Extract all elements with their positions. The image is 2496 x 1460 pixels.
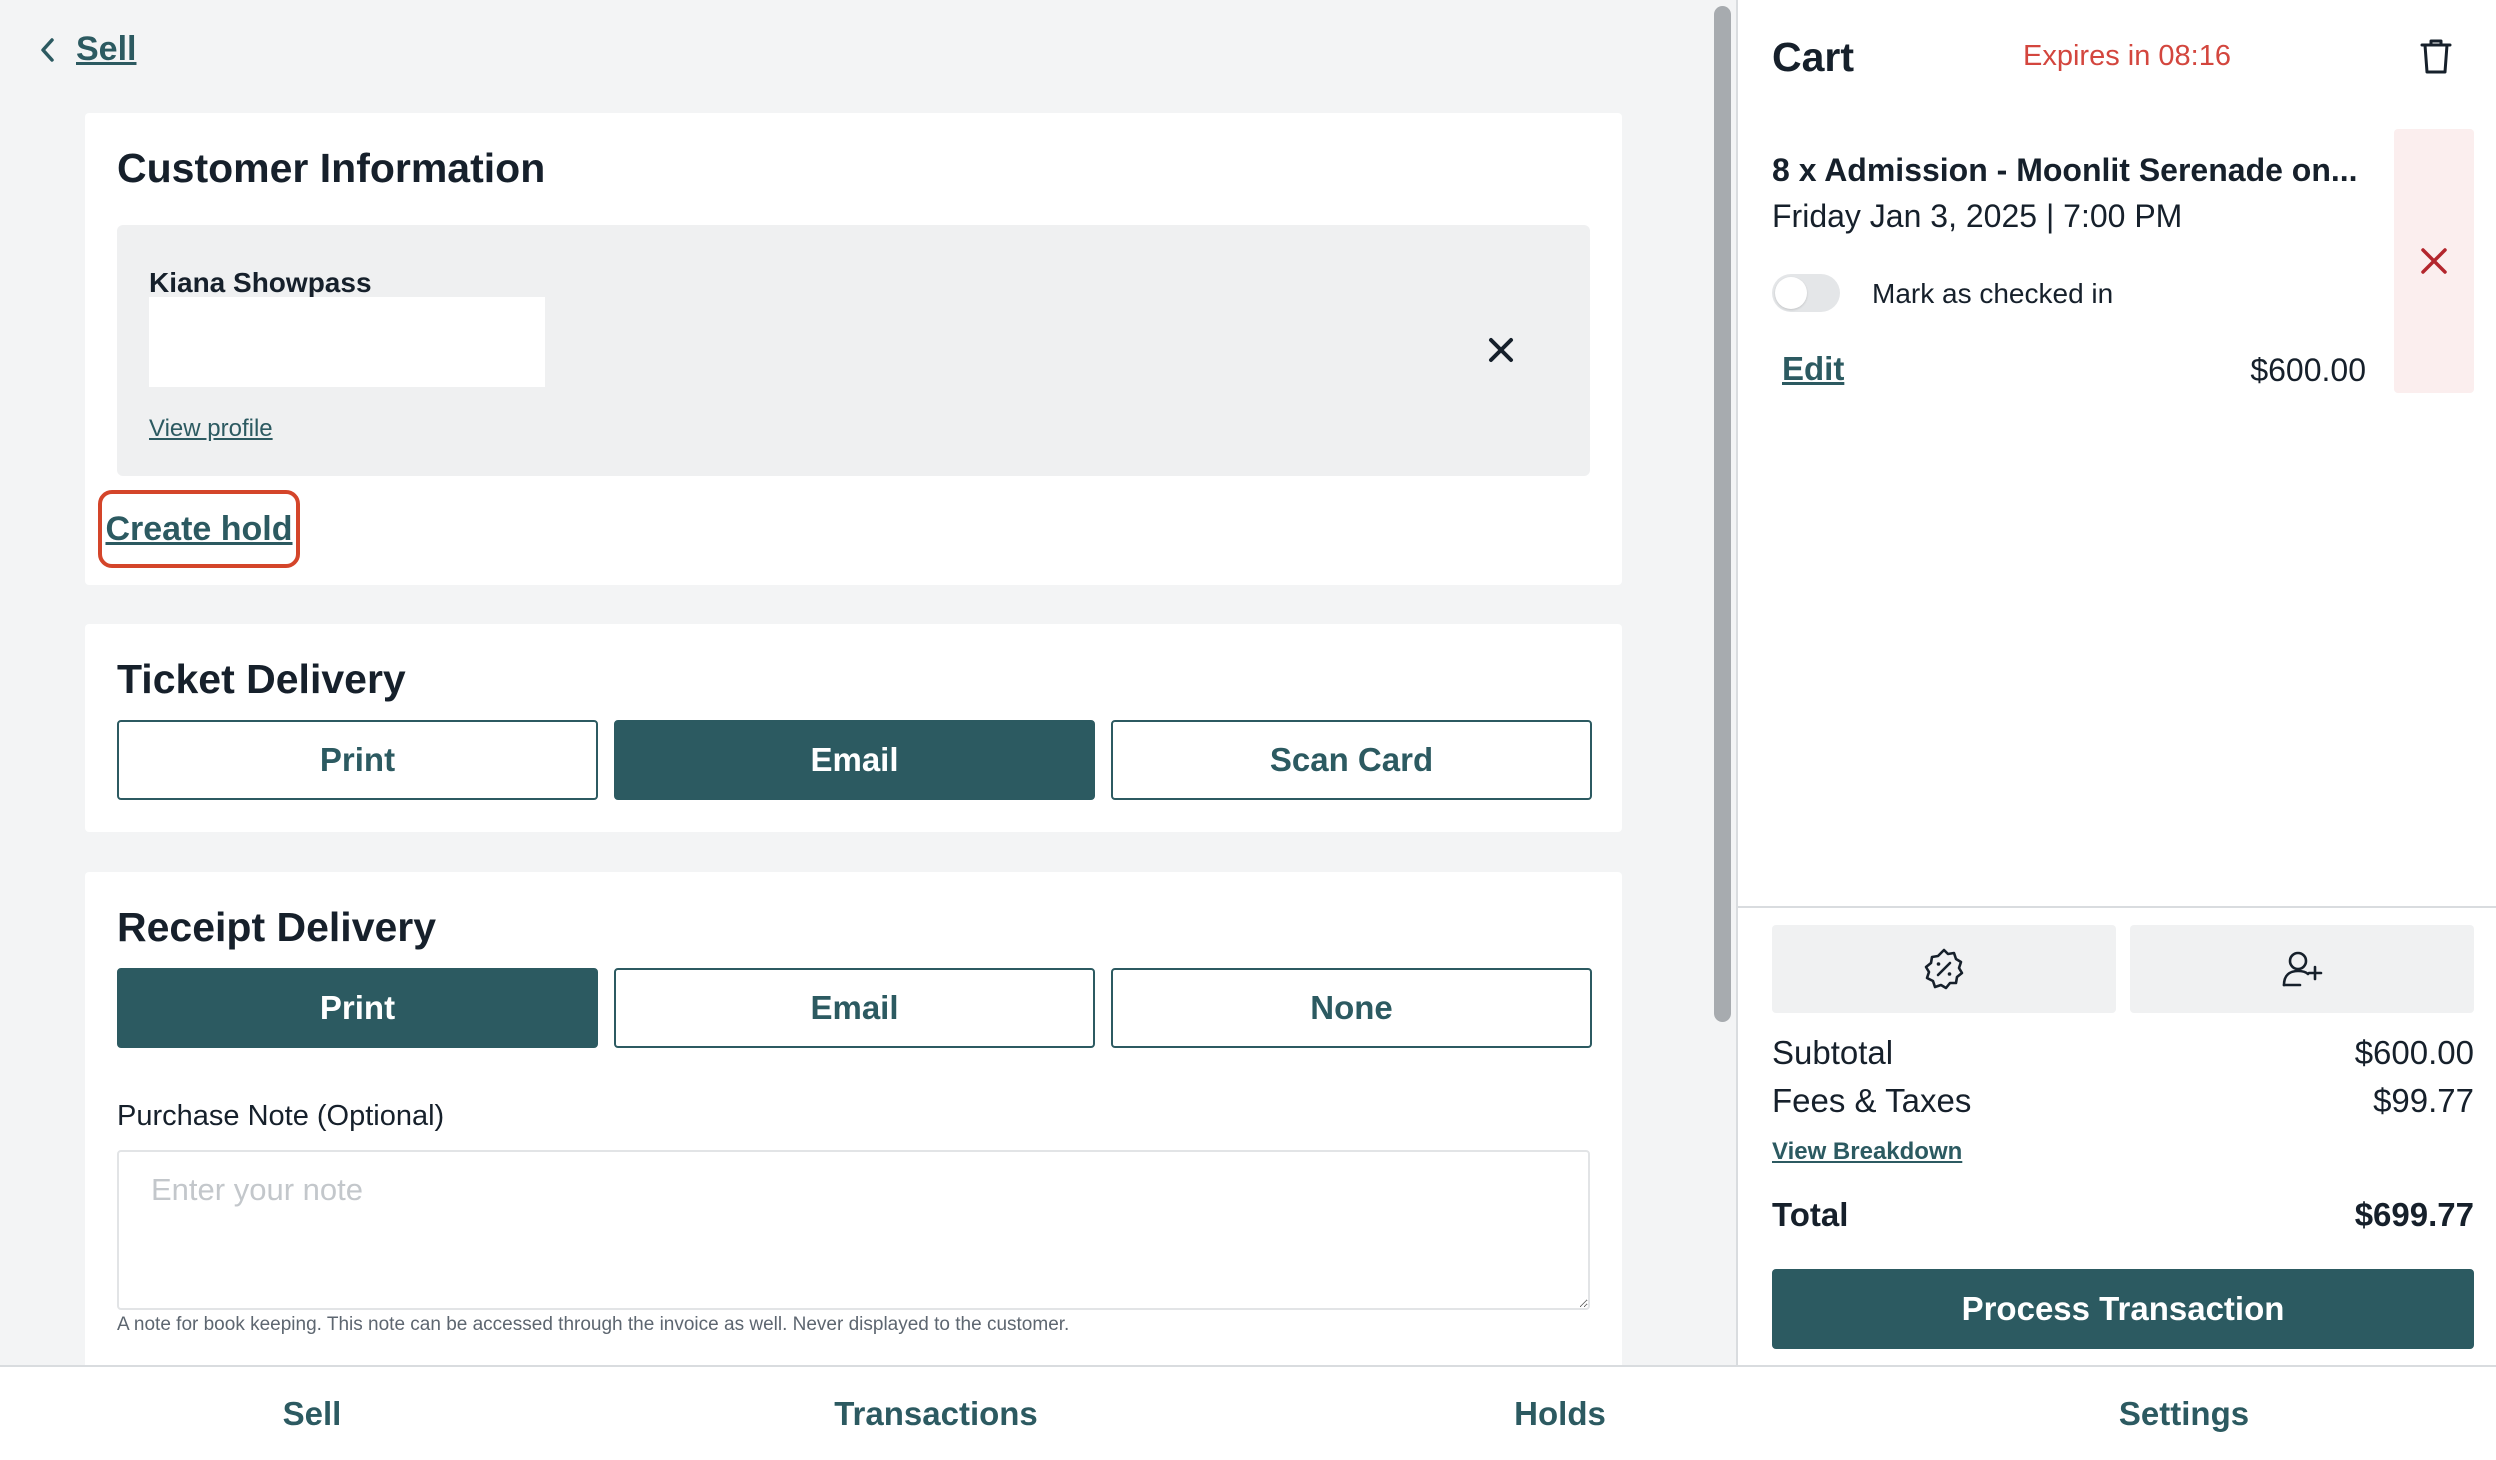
customer-name: Kiana Showpass — [149, 267, 372, 298]
remove-item-button[interactable] — [2394, 129, 2474, 393]
nav-item-transactions[interactable]: Transactions — [624, 1367, 1248, 1460]
close-icon — [2421, 248, 2447, 274]
main-scrollbar-thumb[interactable] — [1714, 6, 1731, 1022]
nav-item-sell[interactable]: Sell — [0, 1367, 624, 1460]
cart-panel: Cart Expires in 08:16 8 x Admission - Mo… — [1736, 0, 2496, 1365]
total-label: Total — [1772, 1196, 1849, 1233]
ticket-delivery-scan-card-button[interactable]: Scan Card — [1111, 720, 1592, 800]
cart-divider — [1738, 906, 2496, 908]
total-value: $699.77 — [2354, 1196, 2474, 1233]
create-hold-link[interactable]: Create hold — [98, 490, 300, 568]
process-transaction-button[interactable]: Process Transaction — [1772, 1269, 2474, 1349]
customer-detail-field — [149, 297, 545, 387]
view-breakdown-link[interactable]: View Breakdown — [1772, 1138, 1962, 1166]
customer-information-title: Customer Information — [117, 145, 546, 191]
checked-in-label: Mark as checked in — [1872, 278, 2114, 309]
close-icon[interactable] — [1481, 330, 1521, 370]
receipt-delivery-card: Receipt Delivery Print Email None Purcha… — [85, 872, 1622, 1365]
receipt-delivery-none-button[interactable]: None — [1111, 968, 1592, 1048]
cart-title: Cart — [1772, 34, 1855, 80]
purchase-note-help-text: A note for book keeping. This note can b… — [117, 1314, 1070, 1335]
ticket-delivery-card: Ticket Delivery Print Email Scan Card — [85, 624, 1622, 832]
fees-label: Fees & Taxes — [1772, 1082, 1972, 1119]
chevron-left-icon — [41, 37, 54, 62]
user-plus-icon — [2282, 951, 2323, 987]
customer-information-card: Customer Information Kiana Showpass View… — [85, 113, 1622, 585]
cart-item-title: 8 x Admission - Moonlit Serenade on... — [1772, 152, 2358, 188]
receipt-delivery-print-button[interactable]: Print — [117, 968, 598, 1048]
subtotal-label: Subtotal — [1772, 1034, 1894, 1071]
view-profile-link[interactable]: View profile — [149, 415, 273, 443]
ticket-delivery-title: Ticket Delivery — [117, 656, 406, 702]
purchase-note-input[interactable] — [117, 1150, 1590, 1310]
checkout-main-pane: Sell Customer Information Kiana Showpass… — [0, 0, 1710, 1365]
apply-discount-button[interactable] — [1772, 925, 2116, 1013]
subtotal-row: Subtotal $600.00 — [1772, 1034, 2474, 1072]
back-to-sell-link[interactable]: Sell — [38, 30, 136, 69]
fees-row: Fees & Taxes $99.77 — [1772, 1082, 2474, 1120]
fees-value: $99.77 — [2373, 1082, 2474, 1119]
ticket-delivery-options: Print Email Scan Card — [117, 720, 1592, 800]
receipt-delivery-title: Receipt Delivery — [117, 904, 437, 950]
subtotal-value: $600.00 — [2354, 1034, 2474, 1071]
discount-badge-icon — [1924, 948, 1964, 990]
cart-item-date: Friday Jan 3, 2025 | 7:00 PM — [1772, 198, 2183, 234]
add-customer-button[interactable] — [2130, 925, 2474, 1013]
back-label: Sell — [76, 30, 137, 68]
bottom-navigation: Sell Transactions Holds Settings — [0, 1365, 2496, 1460]
ticket-delivery-print-button[interactable]: Print — [117, 720, 598, 800]
receipt-delivery-options: Print Email None — [117, 968, 1592, 1048]
trash-icon[interactable] — [2414, 34, 2458, 78]
checked-in-toggle[interactable] — [1772, 274, 1840, 312]
selected-customer-box: Kiana Showpass View profile — [117, 225, 1590, 476]
nav-item-settings[interactable]: Settings — [1872, 1367, 2496, 1460]
cart-expiry-timer: Expires in 08:16 — [2023, 40, 2231, 72]
edit-item-link[interactable]: Edit — [1782, 350, 1844, 388]
cart-item-price: $600.00 — [2250, 352, 2366, 388]
ticket-delivery-email-button[interactable]: Email — [614, 720, 1095, 800]
create-hold-label: Create hold — [105, 509, 293, 548]
nav-item-holds[interactable]: Holds — [1248, 1367, 1872, 1460]
total-row: Total $699.77 — [1772, 1196, 2474, 1234]
purchase-note-label: Purchase Note (Optional) — [117, 1100, 445, 1132]
receipt-delivery-email-button[interactable]: Email — [614, 968, 1095, 1048]
